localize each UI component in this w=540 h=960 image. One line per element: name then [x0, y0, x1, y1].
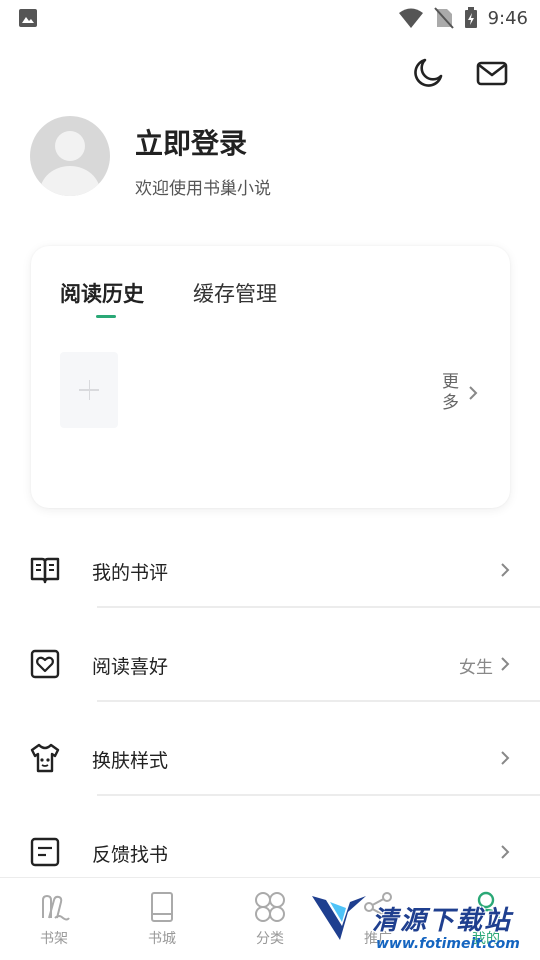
menu-label: 阅读喜好 — [92, 656, 169, 678]
status-bar: 9:46 — [0, 0, 540, 36]
book-icon — [151, 892, 173, 922]
tshirt-icon — [30, 743, 60, 773]
add-book-placeholder[interactable] — [60, 352, 118, 428]
preference-value: 女生 — [459, 658, 493, 678]
category-icon — [255, 892, 285, 922]
chevron-right-icon — [501, 563, 510, 577]
watermark-wing-icon — [312, 896, 366, 940]
wifi-icon — [398, 8, 423, 28]
divider — [97, 606, 540, 608]
nav-label: 书架 — [40, 931, 68, 947]
chevron-right-icon — [501, 751, 510, 765]
watermark-text: 清源下载站 — [372, 906, 513, 936]
login-title[interactable]: 立即登录 — [135, 122, 247, 162]
avatar[interactable] — [30, 116, 110, 196]
chevron-right-icon — [501, 845, 510, 859]
nav-category[interactable]: 分类 — [216, 878, 324, 960]
menu-label: 反馈找书 — [92, 844, 169, 866]
clock-time: 9:46 — [487, 7, 528, 29]
book-review-icon — [30, 557, 60, 584]
chevron-right-icon — [469, 386, 478, 400]
tab-reading-history[interactable]: 阅读历史 — [60, 278, 144, 308]
active-tab-indicator — [96, 315, 116, 318]
divider — [97, 700, 540, 702]
menu-item-reading-preference[interactable]: 阅读喜好 女生 — [0, 616, 540, 710]
welcome-text: 欢迎使用书巢小说 — [135, 179, 271, 199]
message-mail-icon[interactable] — [475, 56, 509, 90]
nav-label: 书城 — [148, 931, 176, 947]
divider — [97, 794, 540, 796]
watermark-logo: 清源下载站 www.fotimeit.com — [310, 888, 540, 960]
menu-item-skin-style[interactable]: 换肤样式 — [0, 710, 540, 804]
battery-charging-icon — [464, 7, 477, 28]
more-label: 更多 — [442, 372, 459, 413]
nav-bookshelf[interactable]: 书架 — [0, 878, 108, 960]
nav-bookstore[interactable]: 书城 — [108, 878, 216, 960]
more-button[interactable]: 更多 — [440, 372, 480, 416]
nav-label: 分类 — [256, 931, 284, 947]
tab-cache-management[interactable]: 缓存管理 — [193, 278, 277, 308]
menu-label: 换肤样式 — [92, 750, 169, 772]
menu-label: 我的书评 — [92, 562, 169, 584]
image-notification-icon — [19, 9, 37, 27]
default-avatar-icon — [40, 131, 100, 196]
no-sim-icon — [433, 7, 454, 29]
night-mode-moon-icon[interactable] — [411, 56, 445, 90]
menu-item-my-reviews[interactable]: 我的书评 — [0, 522, 540, 616]
watermark-url: www.fotimeit.com — [376, 936, 520, 952]
bookshelf-icon — [42, 894, 70, 921]
feedback-icon — [30, 837, 60, 867]
heart-box-icon — [30, 649, 60, 679]
chevron-right-icon — [501, 657, 510, 671]
